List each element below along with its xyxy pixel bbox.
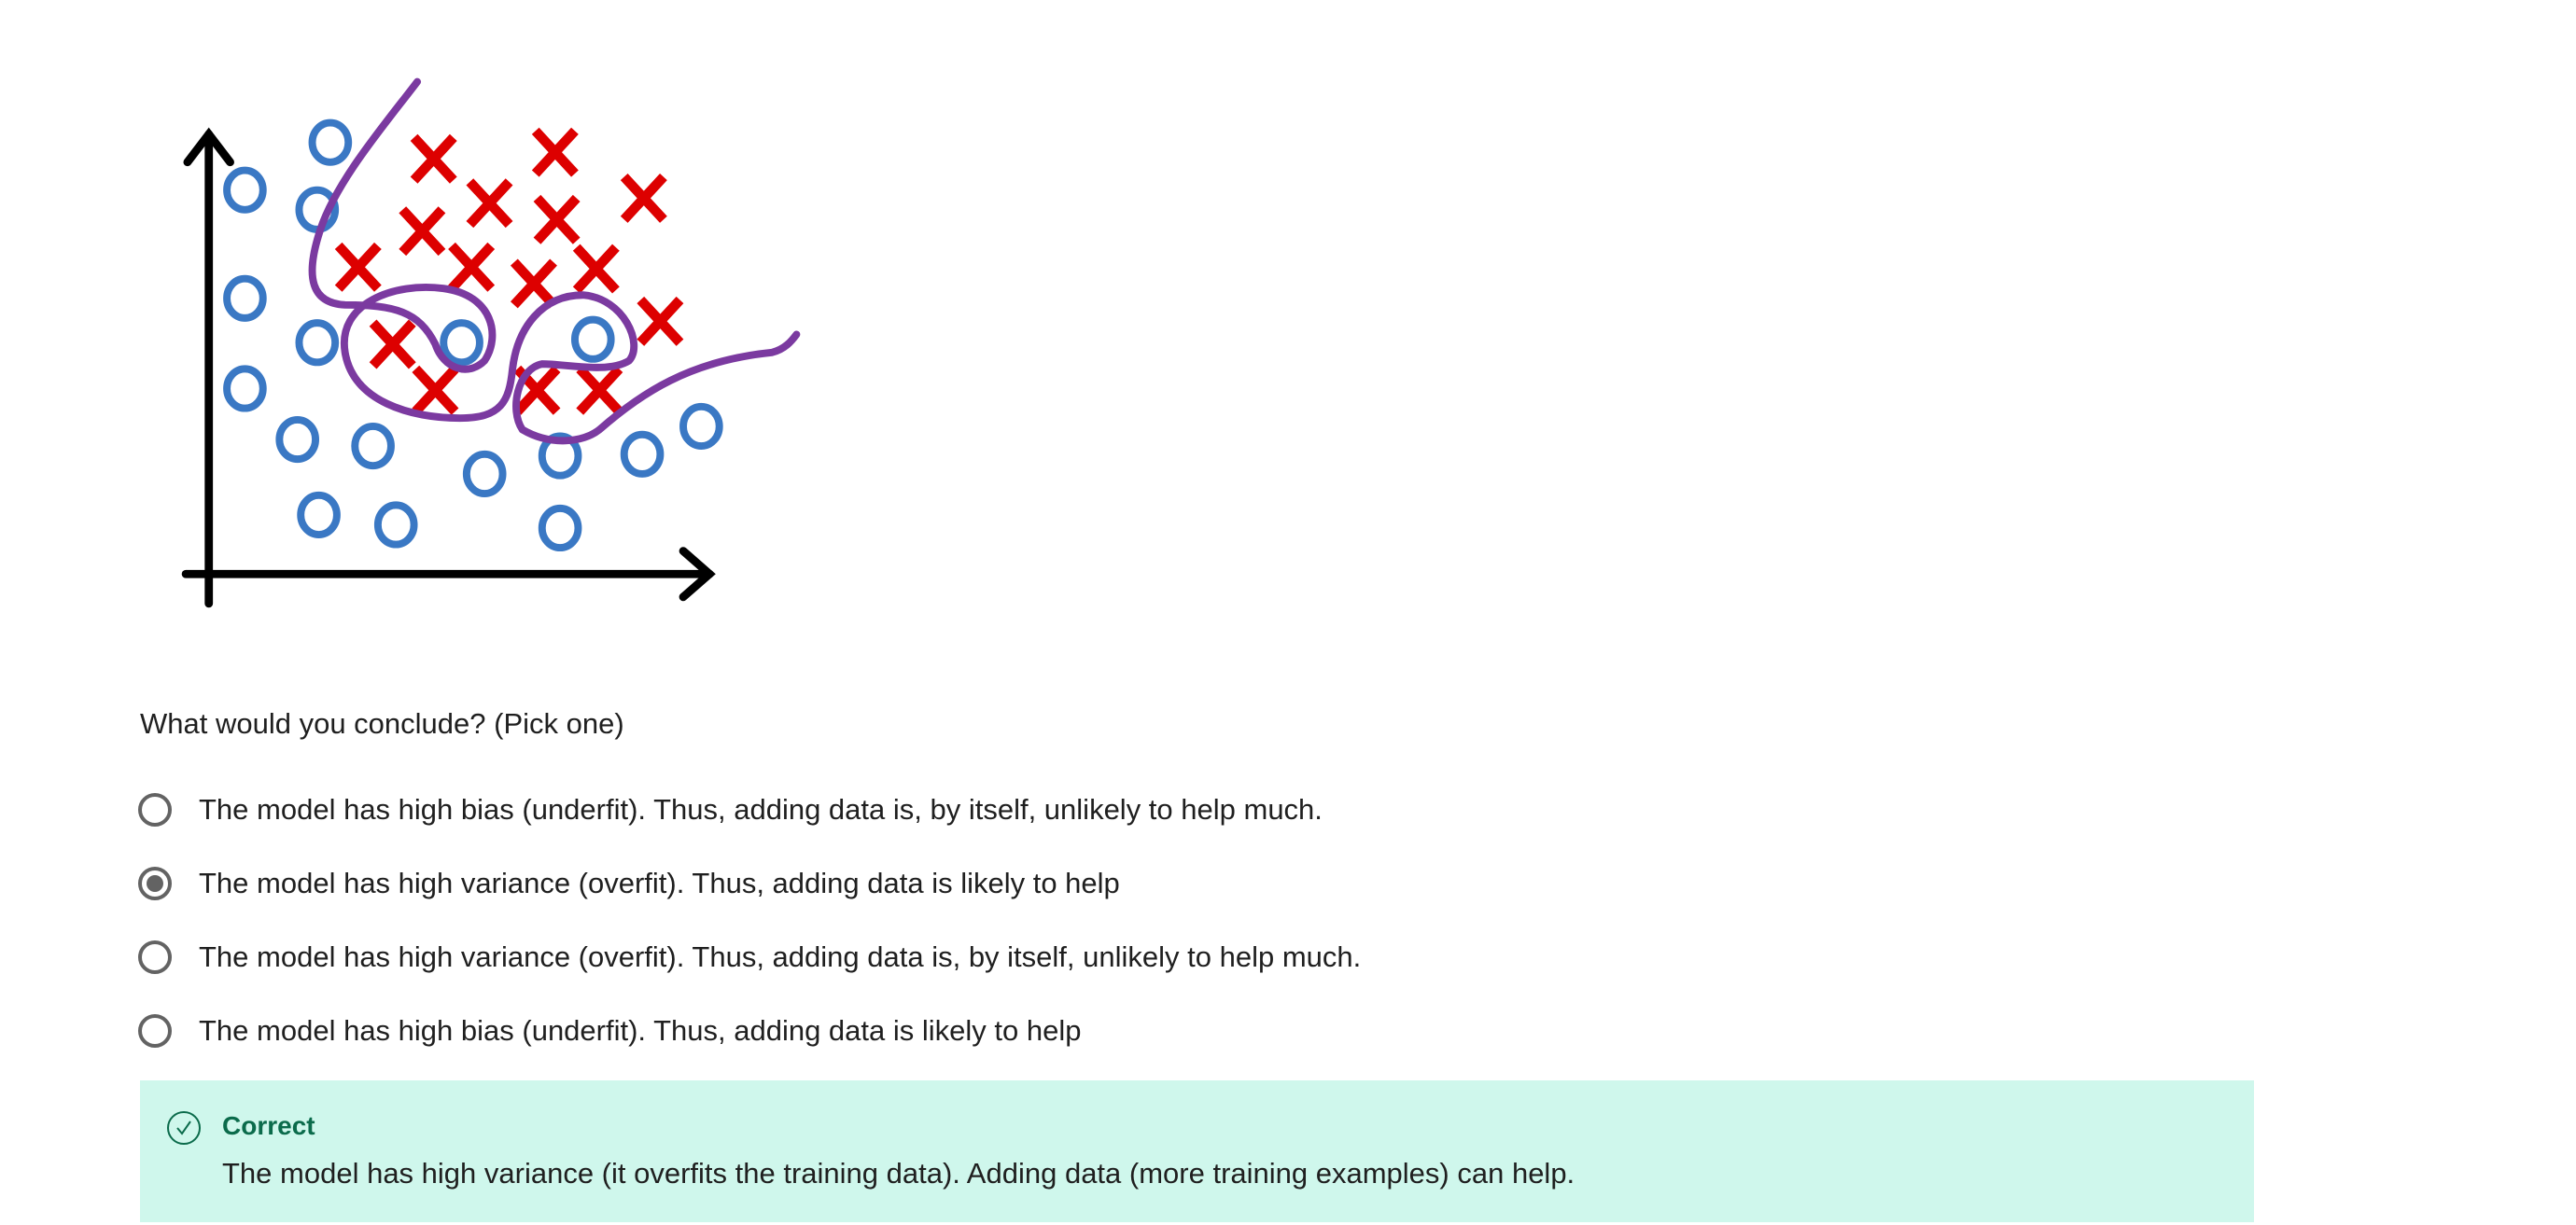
circle-marker <box>223 365 267 412</box>
option-label: The model has high variance (overfit). T… <box>199 940 1362 973</box>
axes <box>181 127 716 608</box>
question-text: What would you conclude? (Pick one) <box>140 707 624 740</box>
option-label: The model has high bias (underfit). Thus… <box>199 793 1323 826</box>
circle-marker <box>297 491 341 538</box>
cross-marker <box>466 178 513 229</box>
check-circle-icon <box>167 1111 201 1145</box>
cross-marker <box>531 127 579 177</box>
circle-marker <box>295 319 340 367</box>
cross-marker <box>334 242 382 292</box>
cross-marker <box>399 206 446 257</box>
circle-marker <box>538 504 582 552</box>
circle-marker <box>373 501 418 549</box>
radio-button[interactable] <box>138 1014 172 1048</box>
cross-marker <box>637 296 684 346</box>
circle-marker <box>351 422 395 470</box>
overfitting-figure <box>181 77 801 608</box>
feedback-title: Correct <box>222 1111 315 1140</box>
circle-marker <box>308 118 353 166</box>
option-high-bias-unlikely[interactable]: The model has high bias (underfit). Thus… <box>138 793 1323 827</box>
cross-marker <box>620 174 667 223</box>
cross-marker <box>510 258 557 309</box>
option-high-bias-likely[interactable]: The model has high bias (underfit). Thus… <box>138 1014 1081 1048</box>
circle-marker <box>620 430 665 478</box>
cross-marker <box>369 319 416 369</box>
option-high-variance-likely[interactable]: The model has high variance (overfit). T… <box>138 867 1120 900</box>
feedback-text: The model has high variance (it overfits… <box>222 1157 1575 1190</box>
option-label: The model has high bias (underfit). Thus… <box>199 1014 1082 1047</box>
circle-marker <box>223 274 267 322</box>
cross-marker <box>572 244 620 294</box>
circle-marker <box>462 450 507 498</box>
feedback-box: Correct The model has high variance (it … <box>140 1080 2254 1222</box>
option-high-variance-unlikely[interactable]: The model has high variance (overfit). T… <box>138 940 1361 974</box>
cross-marker <box>412 365 459 415</box>
cross-marker <box>410 133 457 184</box>
radio-selected-dot <box>147 875 163 892</box>
radio-button[interactable] <box>138 793 172 827</box>
circle-marker <box>570 315 615 363</box>
cross-marker <box>448 242 496 292</box>
circle-marker <box>223 166 267 214</box>
decision-boundary <box>308 77 801 445</box>
radio-button-selected[interactable] <box>138 867 172 900</box>
cross-marker <box>576 365 623 415</box>
circle-marker <box>275 415 320 464</box>
circle-marker <box>679 402 723 451</box>
circle-marker <box>440 319 483 367</box>
cross-marker <box>533 194 581 244</box>
option-label: The model has high variance (overfit). T… <box>199 867 1120 899</box>
radio-button[interactable] <box>138 940 172 974</box>
